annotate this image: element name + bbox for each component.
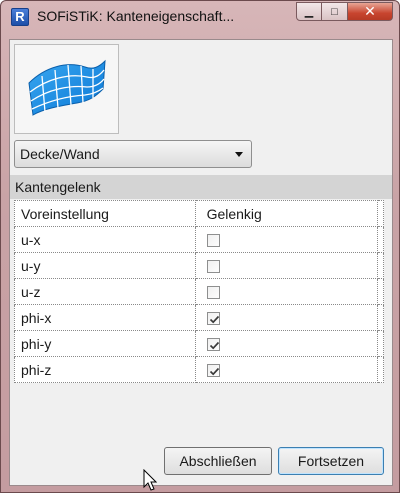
caption-buttons: ▁ □ ✕ [296,2,393,21]
grid-spacer-cell [377,278,384,305]
grid-spacer-cell [377,200,384,227]
chevron-down-icon [235,152,243,157]
grid-row: u-x [14,226,384,253]
grid-row-checkbox-cell [195,330,379,357]
grid-row-label: phi-x [14,304,196,331]
gelenkig-checkbox[interactable] [206,286,220,300]
grid-spacer-cell [377,356,384,383]
gelenkig-checkbox[interactable] [206,234,220,248]
section-header-kantengelenk: Kantengelenk [10,175,392,199]
gelenkig-checkbox[interactable] [206,364,220,378]
grid-row: u-y [14,252,384,279]
maximize-button[interactable]: □ [322,2,348,21]
grid-spacer-cell [377,330,384,357]
grid-row-label: phi-y [14,330,196,357]
grid-row-label: u-z [14,278,196,305]
grid-spacer-cell [377,252,384,279]
grid-row: u-z [14,278,384,305]
mouse-cursor-icon [143,469,157,491]
grid-row: phi-x [14,304,384,331]
window-title: SOFiSTiK: Kanteneigenschaft... [37,8,235,24]
property-grid: Voreinstellung Gelenkig u-x u-y u-z phi-x ph… [14,200,384,383]
element-type-select-value: Decke/Wand [20,146,100,162]
checkmark-icon [209,368,219,376]
grid-row-label: u-y [14,252,196,279]
gelenkig-checkbox[interactable] [206,260,220,274]
grid-row-checkbox-cell [195,226,379,253]
minimize-button[interactable]: ▁ [296,2,322,21]
grid-spacer-cell [377,304,384,331]
close-button[interactable]: ✕ [348,2,393,21]
gelenkig-checkbox[interactable] [206,338,220,352]
grid-row-checkbox-cell [195,356,379,383]
grid-spacer-cell [377,226,384,253]
revit-logo-icon: R [11,8,29,26]
grid-row-checkbox-cell [195,304,379,331]
element-type-select[interactable]: Decke/Wand [14,140,252,168]
grid-header-col1: Voreinstellung [14,200,196,227]
preview-thumbnail [14,44,119,134]
grid-row-label: u-x [14,226,196,253]
grid-row-checkbox-cell [195,252,379,279]
checkmark-icon [209,316,219,324]
dialog-client-area: Decke/Wand Kantengelenk Voreinstellung G… [9,39,393,486]
grid-row: phi-z [14,356,384,383]
abschliessen-button[interactable]: Abschließen [164,447,272,475]
gelenkig-checkbox[interactable] [206,312,220,326]
grid-header-row: Voreinstellung Gelenkig [14,200,384,227]
grid-header-col2: Gelenkig [195,200,379,227]
fortsetzen-button[interactable]: Fortsetzen [278,447,384,475]
grid-row: phi-y [14,330,384,357]
checkmark-icon [209,342,219,350]
surface-mesh-icon [28,59,106,116]
grid-row-checkbox-cell [195,278,379,305]
grid-row-label: phi-z [14,356,196,383]
title-bar[interactable]: R SOFiSTiK: Kanteneigenschaft... ▁ □ ✕ [1,1,399,35]
dialog-window: R SOFiSTiK: Kanteneigenschaft... ▁ □ ✕ D… [0,0,400,493]
